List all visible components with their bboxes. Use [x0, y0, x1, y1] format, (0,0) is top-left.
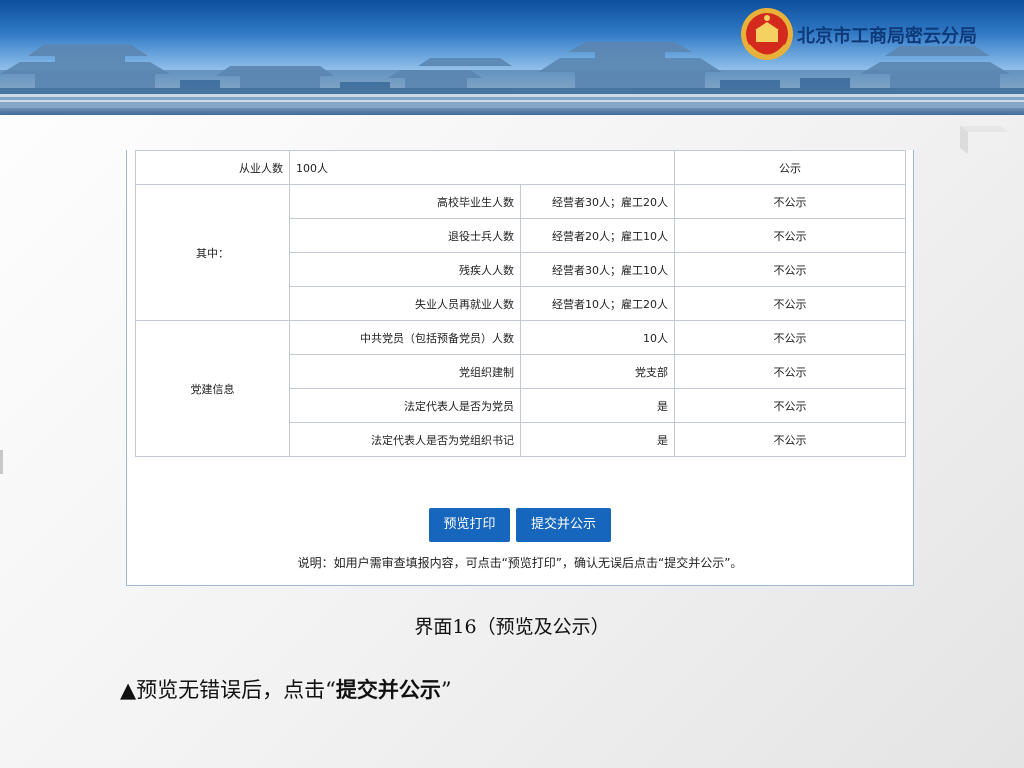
header-banner: 北京市工商局密云分局: [0, 0, 1024, 115]
public-status: 不公示: [674, 184, 906, 219]
row-value: 党支部: [520, 354, 675, 389]
row-label: 法定代表人是否为党员: [289, 388, 521, 423]
row-label: 高校毕业生人数: [289, 184, 521, 219]
instruction-prefix: ▲预览无错误后，点击“: [120, 678, 336, 702]
row-value: 经营者20人；雇工10人: [520, 218, 675, 253]
form-screenshot-panel: 从业人数 100人 公示 其中： 高校毕业生人数 经营者30人；雇工20人 不公…: [126, 150, 914, 586]
forbidden-city-skyline-image: [0, 42, 1024, 110]
instruction-suffix: ”: [440, 678, 452, 702]
party-group-label: 党建信息: [135, 320, 290, 457]
row-label: 失业人员再就业人数: [289, 286, 521, 321]
public-status: 不公示: [674, 320, 906, 355]
submit-publish-button[interactable]: 提交并公示: [516, 508, 611, 542]
public-status: 不公示: [674, 422, 906, 457]
public-status: 不公示: [674, 286, 906, 321]
public-status: 不公示: [674, 252, 906, 287]
agency-name: 北京市工商局密云分局: [797, 26, 977, 47]
row-value: 是: [520, 422, 675, 457]
row-label: 党组织建制: [289, 354, 521, 389]
instruction-emphasis: 提交并公示: [335, 678, 441, 702]
public-status: 不公示: [674, 354, 906, 389]
row-label: 中共党员（包括预备党员）人数: [289, 320, 521, 355]
instruction-note: 说明：如用户需审查填报内容，可点击“预览打印”，确认无误后点击“提交并公示”。: [297, 556, 743, 570]
table-row: 从业人数 100人 公示: [135, 150, 906, 185]
row-value: 经营者10人；雇工20人: [520, 286, 675, 321]
row-value: 经营者30人；雇工20人: [520, 184, 675, 219]
employees-value: 100人: [289, 150, 675, 185]
row-label: 法定代表人是否为党组织书记: [289, 422, 521, 457]
public-status: 公示: [674, 150, 906, 185]
decorative-cube-icon: [950, 118, 1010, 158]
national-emblem-icon: [738, 6, 796, 66]
banner-divider: [0, 108, 1024, 115]
row-label: 残疾人人数: [289, 252, 521, 287]
instruction-line: ▲预览无错误后，点击“提交并公示”: [120, 674, 452, 704]
figure-caption: 界面16（预览及公示）: [414, 616, 610, 638]
employees-label: 从业人数: [135, 150, 290, 185]
preview-print-button[interactable]: 预览打印: [429, 508, 510, 542]
enterprise-info-table: 从业人数 100人 公示 其中： 高校毕业生人数 经营者30人；雇工20人 不公…: [135, 150, 906, 457]
table-row: 党建信息 中共党员（包括预备党员）人数 10人 不公示: [135, 320, 906, 457]
row-value: 是: [520, 388, 675, 423]
public-status: 不公示: [674, 388, 906, 423]
row-value: 10人: [520, 320, 675, 355]
public-status: 不公示: [674, 218, 906, 253]
row-label: 退役士兵人数: [289, 218, 521, 253]
slide-edge-marker: [0, 450, 3, 474]
table-row: 其中： 高校毕业生人数 经营者30人；雇工20人 不公示: [135, 184, 906, 321]
row-value: 经营者30人；雇工10人: [520, 252, 675, 287]
among-group-label: 其中：: [135, 184, 290, 321]
